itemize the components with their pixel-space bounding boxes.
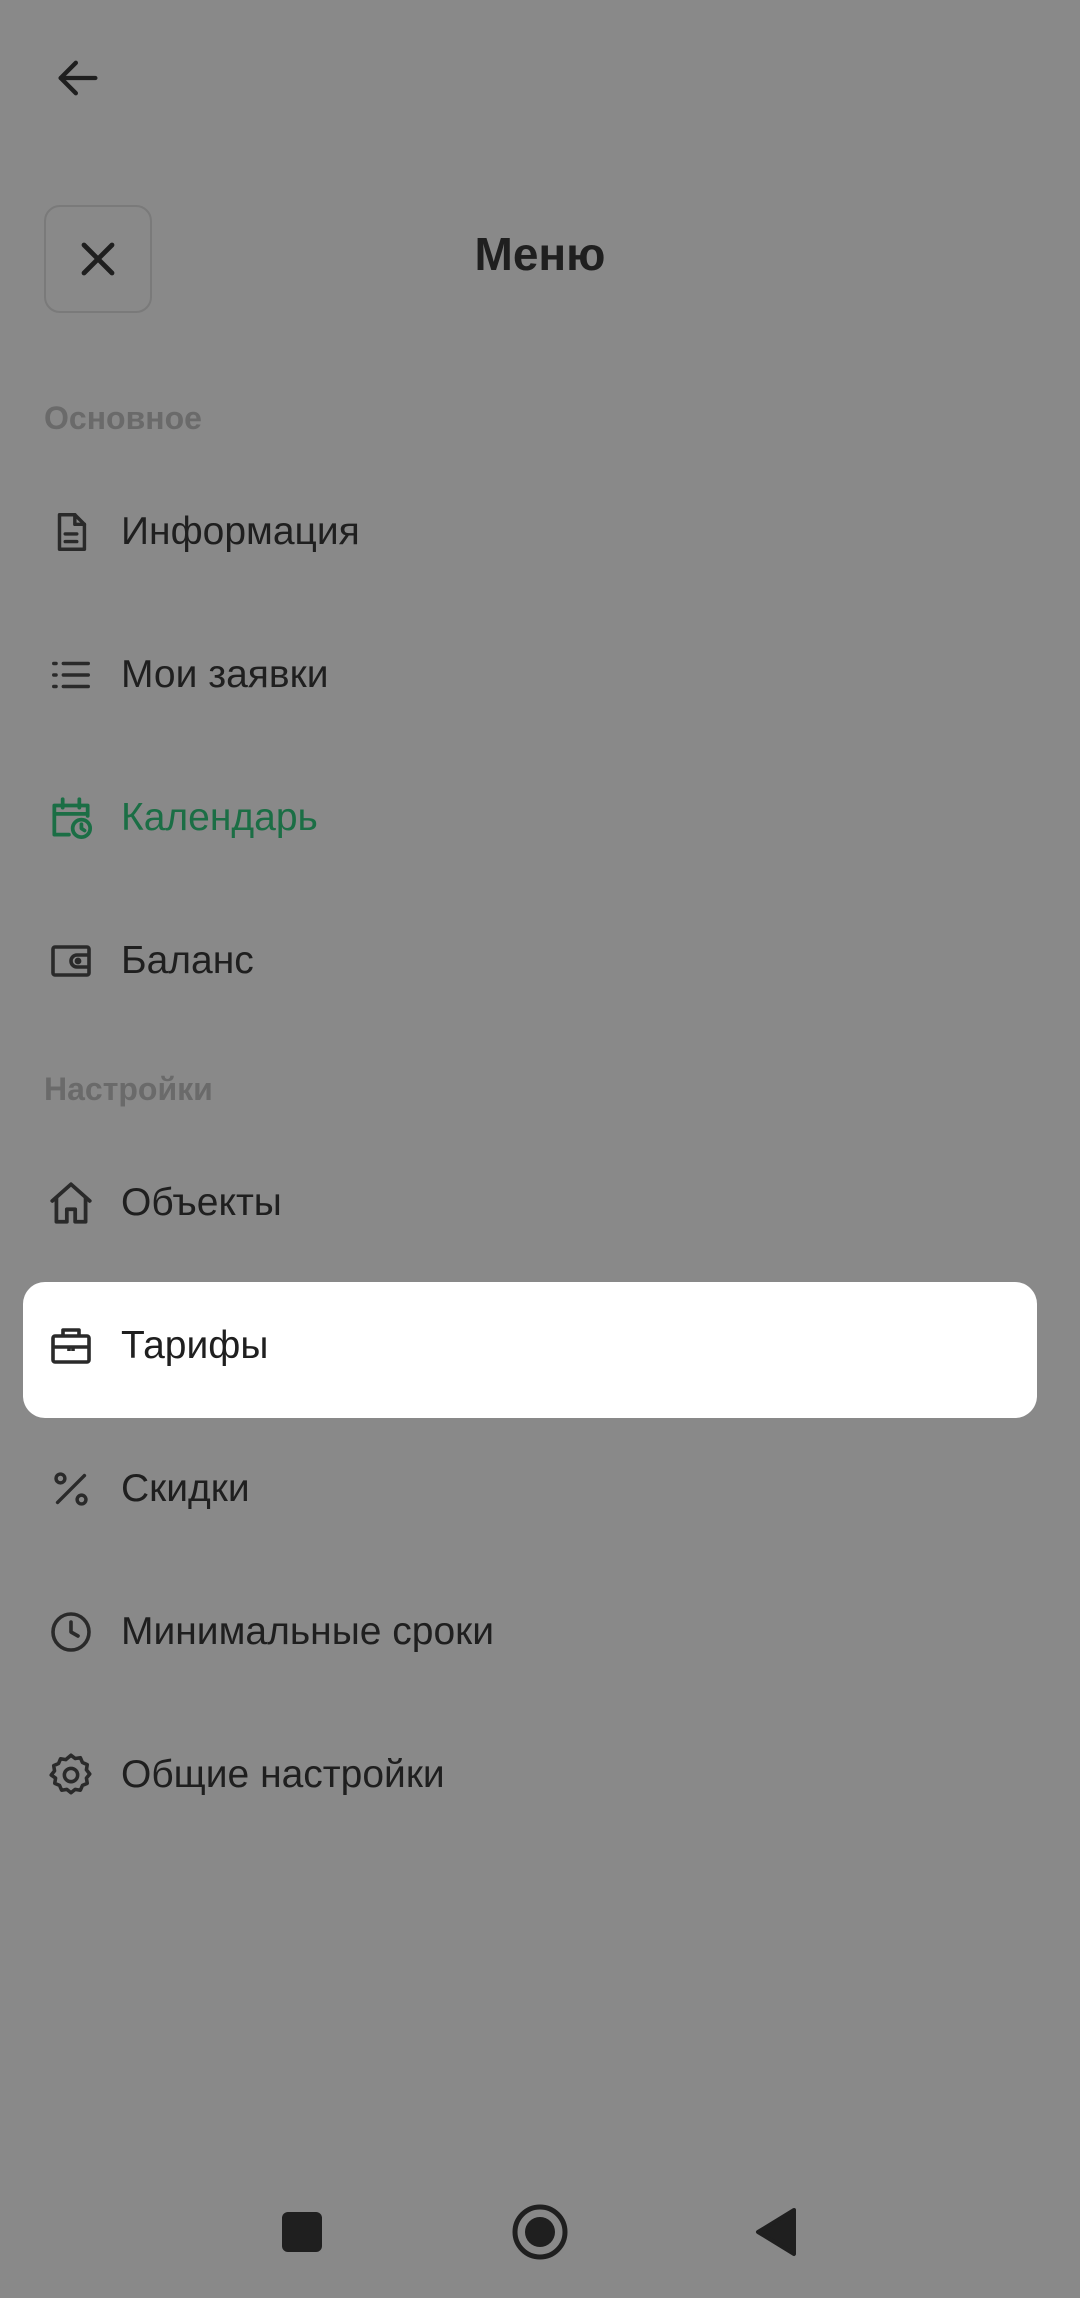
list-icon (44, 648, 98, 702)
menu-item-balance[interactable]: Баланс (44, 921, 1036, 1001)
menu-item-label: Информация (121, 510, 360, 553)
briefcase-icon (44, 1319, 98, 1373)
back-triangle-icon (756, 2208, 796, 2256)
menu-item-minimum-terms[interactable]: Минимальные сроки (44, 1592, 1036, 1672)
page-title: Меню (474, 228, 606, 280)
menu-item-label: Мои заявки (121, 653, 329, 696)
menu-item-general-settings[interactable]: Общие настройки (44, 1735, 1036, 1815)
menu-item-information[interactable]: Информация (44, 492, 1036, 572)
wallet-icon (44, 934, 98, 988)
arrow-left-icon (58, 60, 98, 96)
menu-item-label: Общие настройки (121, 1753, 445, 1796)
home-circle-icon (512, 2204, 568, 2260)
section-label-main: Основное (44, 400, 202, 436)
menu-item-label: Скидки (121, 1467, 250, 1510)
section-label-settings: Настройки (44, 1071, 213, 1107)
menu-item-my-requests[interactable]: Мои заявки (44, 635, 1036, 715)
calendar-clock-icon (44, 791, 98, 845)
menu-item-calendar[interactable]: Календарь (44, 778, 1036, 858)
menu-item-objects[interactable]: Объекты (44, 1163, 1036, 1243)
square-icon (282, 2212, 322, 2252)
menu-item-label: Календарь (121, 796, 318, 839)
menu-item-label: Тарифы (121, 1324, 269, 1367)
home-button[interactable] (500, 2192, 580, 2272)
home-icon (44, 1176, 98, 1230)
recents-button[interactable] (262, 2192, 342, 2272)
menu-item-label: Баланс (121, 939, 254, 982)
menu-item-label: Минимальные сроки (121, 1610, 494, 1653)
percent-icon (44, 1462, 98, 1516)
menu-item-tariffs[interactable]: Тарифы (44, 1306, 1036, 1386)
gear-icon (44, 1748, 98, 1802)
document-icon (44, 505, 98, 559)
menu-item-label: Объекты (121, 1181, 282, 1224)
back-nav-button[interactable] (736, 2192, 816, 2272)
menu-item-discounts[interactable]: Скидки (44, 1449, 1036, 1529)
back-button[interactable] (44, 44, 112, 112)
clock-icon (44, 1605, 98, 1659)
